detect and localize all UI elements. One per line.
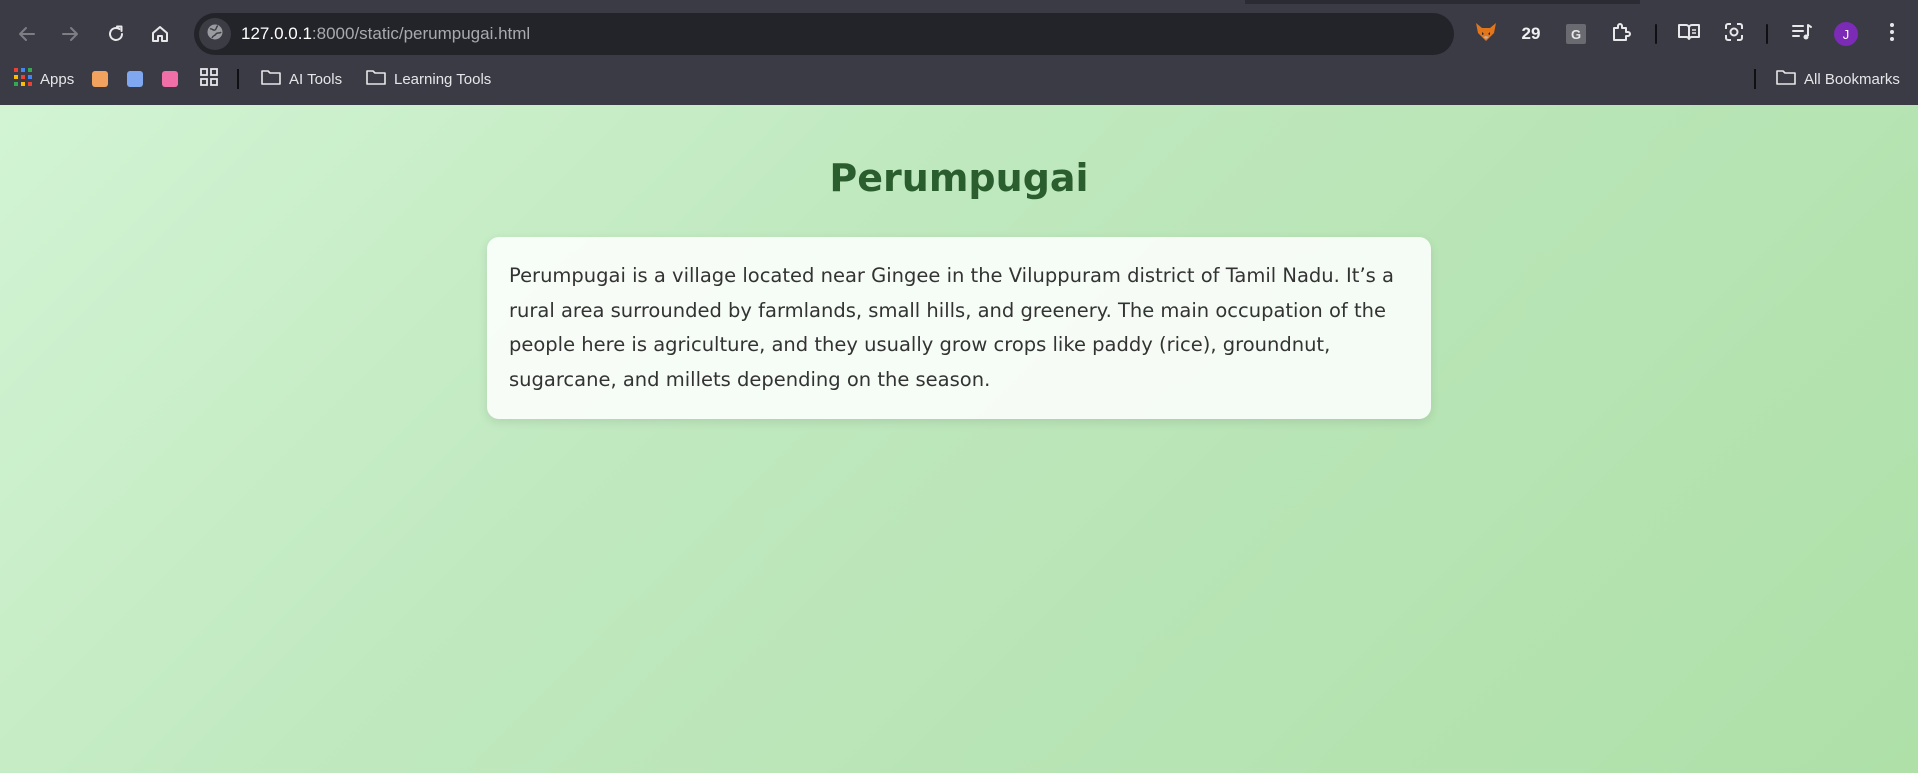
fox-extension-icon [1474,21,1498,48]
lens-button[interactable] [1718,18,1750,50]
bookmark-tab-groups[interactable] [200,67,218,91]
all-bookmarks-button[interactable]: All Bookmarks [1776,67,1900,91]
g-extension-button[interactable]: G [1560,18,1592,50]
g-extension-icon: G [1566,24,1586,44]
tab-strip-edge [0,0,1918,4]
pink-bookmark-icon [162,71,178,87]
lens-icon [1723,21,1745,48]
address-bar[interactable]: 127.0.0.1:8000/static/perumpugai.html [194,13,1454,55]
fox-extension-button[interactable] [1470,18,1502,50]
reload-button[interactable] [98,16,134,52]
media-control-icon [1791,22,1813,47]
bookmark-folder-label: Learning Tools [394,70,492,88]
kebab-menu-icon [1889,22,1895,47]
toolbar-separator [1655,24,1657,44]
extension-counter-button[interactable]: 29 [1515,18,1547,50]
grid-icon [200,68,218,90]
page-title: Perumpugai [829,156,1089,200]
avatar: J [1834,22,1858,46]
page-viewport: Perumpugai Perumpugai is a village locat… [0,105,1918,773]
bookmark-folder-learning-tools[interactable]: Learning Tools [366,67,491,91]
bookmark-favicon-pink[interactable] [162,67,178,91]
home-icon [150,24,170,44]
media-control-button[interactable] [1786,18,1818,50]
apps-label: Apps [40,70,75,88]
folder-icon [1776,69,1796,89]
toolbar-separator [1766,24,1768,44]
apps-shortcut[interactable]: Apps [14,67,74,91]
orange-bookmark-icon [92,71,108,87]
forward-arrow-icon [60,24,80,44]
back-arrow-icon [17,24,37,44]
bookmark-folder-label: AI Tools [289,70,343,88]
profile-button[interactable]: J [1830,18,1862,50]
bookmark-favicon-orange[interactable] [92,67,108,91]
description-card: Perumpugai is a village located near Gin… [487,237,1431,419]
all-bookmarks-label: All Bookmarks [1804,70,1900,88]
reading-mode-icon [1677,22,1701,47]
active-tab-edge [0,0,1245,4]
home-button[interactable] [142,16,178,52]
url-text[interactable]: 127.0.0.1:8000/static/perumpugai.html [241,24,530,44]
extension-counter: 29 [1521,24,1541,43]
apps-grid-icon [14,68,32,90]
folder-icon [366,69,386,89]
bookmarks-separator [237,69,239,89]
browser-menu-button[interactable] [1876,18,1908,50]
url-path: :8000/static/perumpugai.html [311,24,531,43]
blue-bookmark-icon [127,71,143,87]
browser-chrome: 127.0.0.1:8000/static/perumpugai.html 29… [0,0,1918,105]
folder-icon [261,69,281,89]
url-host: 127.0.0.1 [241,24,312,43]
bookmark-folder-ai-tools[interactable]: AI Tools [261,67,342,91]
extensions-button[interactable] [1605,18,1637,50]
tab-edge [1640,0,1918,4]
site-info-icon [206,23,224,46]
puzzle-icon [1610,21,1632,48]
forward-button[interactable] [52,16,88,52]
back-button[interactable] [9,16,45,52]
bookmarks-separator [1754,69,1756,89]
description-text: Perumpugai is a village located near Gin… [509,264,1394,391]
bookmark-favicon-blue[interactable] [127,67,143,91]
site-info-button[interactable] [199,18,231,50]
reading-mode-button[interactable] [1673,18,1705,50]
reload-icon [106,24,126,44]
